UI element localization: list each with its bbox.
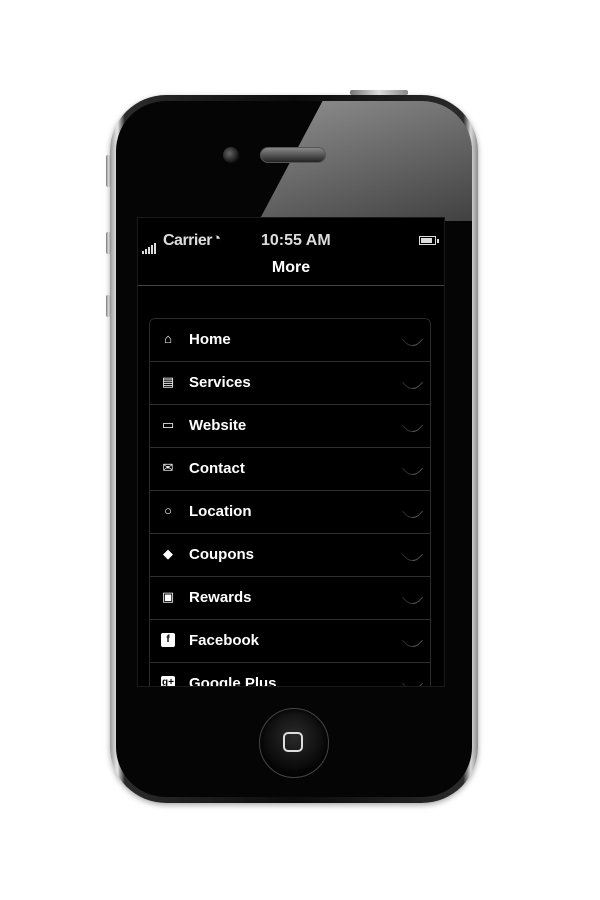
google-plus-icon: g+	[161, 676, 175, 686]
menu-item-label: Services	[189, 374, 251, 391]
volume-down-button	[106, 295, 111, 317]
front-camera	[223, 147, 239, 163]
battery-icon	[419, 236, 439, 245]
menu-item-location[interactable]: ○ Location	[150, 491, 430, 534]
map-pin-icon: ○	[164, 503, 172, 518]
status-bar: Carrier ◔ 10:55 AM	[138, 228, 444, 254]
chevron-right-icon	[401, 371, 424, 394]
chevron-right-icon	[401, 543, 424, 566]
menu-item-label: Rewards	[189, 589, 252, 606]
envelope-icon: ✉	[162, 460, 174, 475]
chevron-right-icon	[401, 414, 424, 437]
menu-item-label: Google Plus	[189, 675, 277, 687]
mute-switch	[106, 155, 111, 187]
menu-item-services[interactable]: ▤ Services	[150, 362, 430, 405]
chevron-right-icon	[401, 672, 424, 686]
chevron-right-icon	[401, 457, 424, 480]
facebook-icon: f	[161, 633, 175, 647]
chevron-right-icon	[401, 500, 424, 523]
menu-item-label: Home	[189, 331, 231, 348]
menu-item-contact[interactable]: ✉ Contact	[150, 448, 430, 491]
title-divider	[138, 285, 444, 286]
earpiece-speaker	[260, 147, 326, 163]
chevron-right-icon	[401, 586, 424, 609]
chevron-right-icon	[401, 328, 424, 351]
power-button	[350, 90, 408, 95]
menu-item-rewards[interactable]: ▣ Rewards	[150, 577, 430, 620]
menu-item-label: Coupons	[189, 546, 254, 563]
home-button[interactable]	[259, 708, 329, 778]
menu-item-label: Website	[189, 417, 247, 434]
menu-item-google-plus[interactable]: g+ Google Plus	[150, 663, 430, 687]
menu-item-facebook[interactable]: f Facebook	[150, 620, 430, 663]
carrier-name: Carrier	[163, 232, 212, 249]
menu-item-label: Location	[189, 503, 252, 520]
menu-item-label: Contact	[189, 460, 245, 477]
menu-item-website[interactable]: ▭ Website	[150, 405, 430, 448]
home-icon: ⌂	[164, 331, 172, 346]
laptop-icon: ▭	[161, 417, 175, 432]
status-time: 10:55 AM	[261, 232, 331, 249]
signal-icon	[142, 236, 157, 254]
volume-up-button	[106, 232, 111, 254]
phone-screen: Carrier ◔ 10:55 AM More ⌂ Home ▤ Service…	[137, 217, 445, 687]
page-title: More	[271, 259, 311, 276]
document-icon: ▤	[161, 374, 175, 389]
chevron-right-icon	[401, 629, 424, 652]
menu-item-home[interactable]: ⌂ Home	[150, 319, 430, 362]
menu-item-label: Facebook	[189, 632, 260, 649]
wifi-icon: ◔	[212, 230, 222, 247]
more-menu-list: ⌂ Home ▤ Services ▭ Website ✉ Contact ○ …	[149, 318, 431, 687]
gift-icon: ▣	[161, 589, 175, 604]
home-square-icon	[283, 732, 303, 752]
tag-icon: ◆	[163, 546, 173, 561]
menu-item-coupons[interactable]: ◆ Coupons	[150, 534, 430, 577]
